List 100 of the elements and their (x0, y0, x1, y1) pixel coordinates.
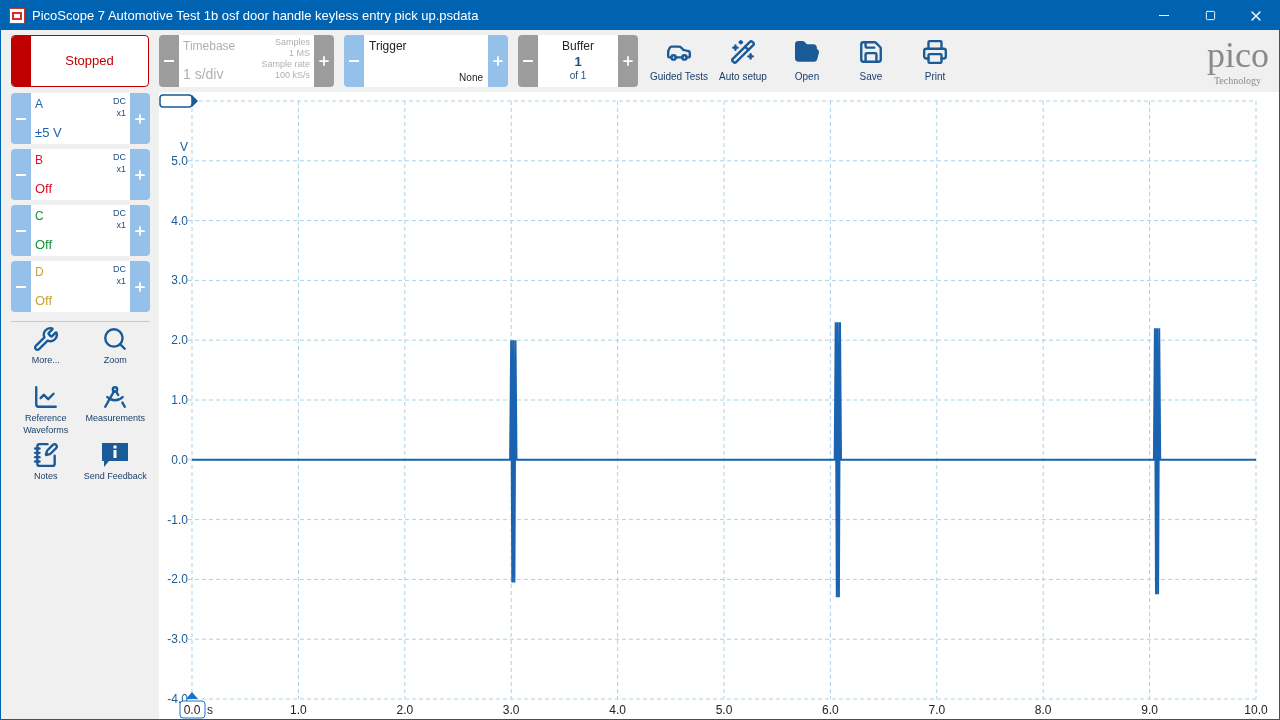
decrease-button[interactable] (11, 149, 31, 200)
increase-button[interactable] (130, 149, 150, 200)
x-tick-label: 10.0 (1244, 703, 1268, 717)
channel-name: B (35, 152, 44, 169)
decrease-button[interactable] (11, 205, 31, 256)
y-tick-label: 3.0 (171, 273, 188, 288)
x-axis-unit: s (207, 703, 213, 717)
tool-button[interactable]: More... (11, 326, 81, 378)
channel-control[interactable]: B Off DC x1 (11, 149, 150, 200)
maximize-icon (1204, 10, 1216, 21)
trigger-mode: None (459, 71, 483, 85)
x-tick-label: 9.0 (1141, 703, 1158, 717)
logo-wordmark: pico (1207, 35, 1269, 75)
increase-button[interactable] (130, 93, 150, 144)
compass-icon (102, 384, 129, 410)
timebase-value: 1 s/div (183, 65, 225, 84)
probe-label: x1 (116, 107, 126, 119)
minus-icon (16, 285, 26, 288)
plus-icon (133, 223, 147, 238)
tool-button[interactable]: Measurements (80, 384, 150, 436)
coupling-label: DC (113, 263, 126, 275)
channel-range: Off (35, 291, 53, 310)
buffer-value: 1 (574, 54, 582, 71)
coupling-label: DC (113, 95, 126, 107)
x-tick-label: 2.0 (396, 703, 414, 717)
tool-button[interactable]: Zoom (80, 326, 150, 378)
plus-icon (491, 54, 505, 68)
toolbar-button[interactable]: Auto setup (711, 35, 775, 87)
run-stop-button[interactable]: Stopped (11, 35, 149, 87)
toolbar-button[interactable]: Guided Tests (647, 35, 711, 87)
info-bubble-icon (101, 442, 130, 468)
y-tick-label: 2.0 (171, 333, 188, 348)
channel-range: Off (35, 179, 53, 198)
toolbar-button[interactable]: Open (775, 35, 839, 87)
plus-icon (133, 279, 147, 294)
x-tick-label: 3.0 (502, 703, 520, 717)
tool-button[interactable]: Reference Waveforms (11, 384, 81, 436)
x-tick-label: 6.0 (822, 703, 839, 717)
y-tick-label: -3.0 (167, 632, 188, 647)
y-tick-label: -1.0 (167, 512, 188, 527)
notepad-icon (32, 442, 59, 468)
buffer-count: of 1 (569, 70, 587, 83)
channel-range: ±5 V (35, 123, 62, 142)
tool-button[interactable]: Send Feedback (80, 442, 150, 494)
decrease-button[interactable] (11, 93, 31, 144)
channel-name: D (35, 264, 45, 281)
channel-name: A (35, 96, 44, 113)
minus-icon (16, 229, 26, 232)
ruler-handle[interactable] (159, 94, 198, 108)
x-tick-label: 4.0 (609, 703, 626, 717)
coupling-label: DC (113, 207, 126, 219)
sample-rate-label: Sample rate (261, 59, 310, 70)
x-tick-label: 1.0 (290, 703, 307, 717)
search-icon (102, 326, 129, 352)
sample-rate-value: 100 kS/s (274, 70, 310, 81)
wrench-icon (32, 326, 59, 352)
increase-button[interactable] (488, 35, 508, 87)
x-tick-label: 0.0 (183, 703, 201, 717)
decrease-button[interactable] (11, 261, 31, 312)
y-axis-unit: V (180, 140, 188, 154)
y-tick-label: -2.0 (167, 572, 188, 587)
minus-icon (16, 173, 26, 176)
channel-name: C (35, 208, 45, 225)
toolbar-button[interactable]: Save (839, 35, 903, 87)
plus-icon (133, 111, 147, 126)
app-icon (9, 7, 25, 24)
y-tick-label: 4.0 (171, 213, 188, 228)
channel-control[interactable]: A ±5 V DC x1 (11, 93, 150, 144)
probe-label: x1 (116, 163, 126, 175)
y-tick-label: 1.0 (171, 393, 188, 407)
plus-icon (621, 54, 635, 68)
y-tick-label: 0.0 (171, 452, 188, 467)
coupling-label: DC (113, 151, 126, 163)
folder-icon (794, 38, 820, 65)
x-tick-label: 5.0 (715, 703, 733, 717)
channel-control[interactable]: D Off DC x1 (11, 261, 150, 312)
trigger-control[interactable]: Trigger None (344, 35, 508, 87)
save-icon (858, 38, 884, 65)
toolbar-button[interactable]: Print (903, 35, 967, 87)
increase-button[interactable] (130, 205, 150, 256)
minus-icon (164, 60, 174, 62)
probe-label: x1 (116, 275, 126, 287)
window-title: PicoScope 7 Automotive Test 1b osf door handle keyless entry pick up.psdata (32, 6, 480, 25)
samples-value: 1 MS (289, 48, 310, 59)
wand-icon (730, 38, 756, 65)
buffer-label: Buffer (562, 39, 594, 55)
trigger-label: Trigger (369, 38, 408, 55)
tool-button[interactable]: Notes (11, 442, 81, 494)
increase-button[interactable] (130, 261, 150, 312)
plus-icon (133, 167, 147, 182)
channel-control[interactable]: C Off DC x1 (11, 205, 150, 256)
minus-icon (349, 60, 359, 62)
decrease-button[interactable] (344, 35, 364, 87)
x-tick-label: 8.0 (1034, 703, 1052, 717)
probe-label: x1 (116, 219, 126, 231)
logo-tagline: Technology (1213, 75, 1261, 87)
minus-icon (523, 60, 533, 62)
minimize-icon (1159, 15, 1169, 16)
y-tick-label: 5.0 (171, 153, 188, 168)
channel-range: Off (35, 235, 53, 254)
